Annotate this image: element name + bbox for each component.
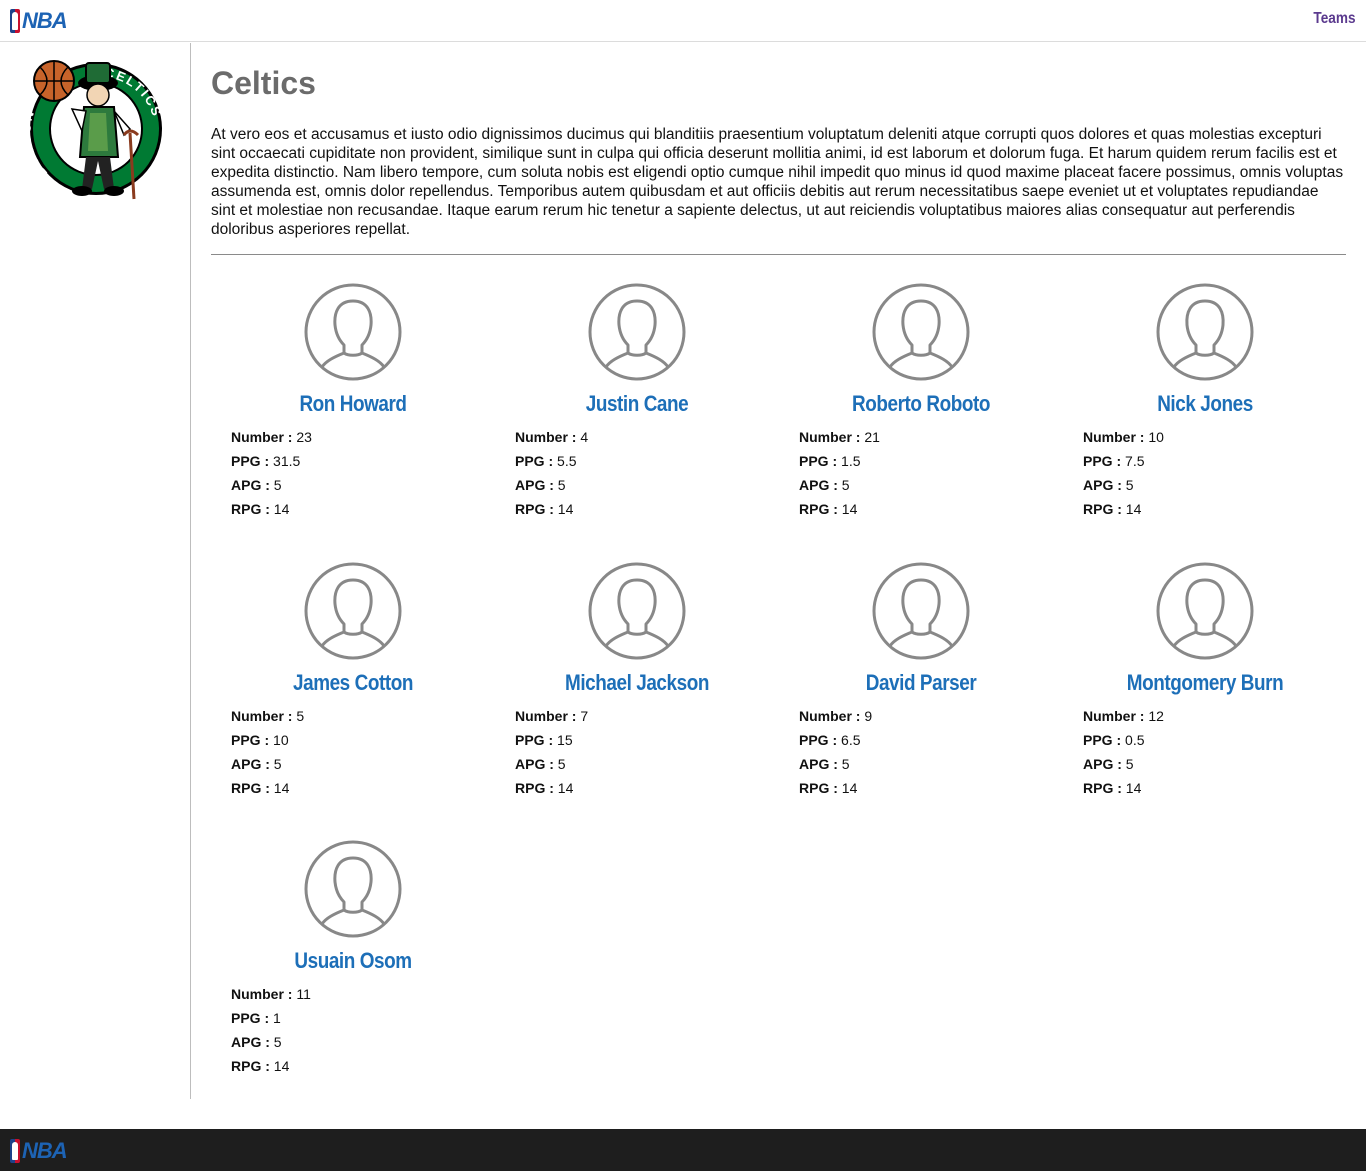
nba-logo-text: NBA <box>22 8 68 33</box>
player-name[interactable]: Nick Jones <box>1083 391 1327 417</box>
player-card: Montgomery Burn Number : 12 PPG : 0.5 AP… <box>1063 562 1347 832</box>
player-card: Ron Howard Number : 23 PPG : 31.5 APG : … <box>211 283 495 553</box>
stat-number: Number : 4 <box>515 429 589 445</box>
divider <box>211 254 1346 255</box>
stat-number: Number : 11 <box>231 986 311 1002</box>
nba-logoman-icon <box>10 8 20 33</box>
stat-ppg: PPG : 7.5 <box>1083 453 1145 469</box>
player-card: Roberto Roboto Number : 21 PPG : 1.5 APG… <box>779 283 1063 553</box>
nba-logo[interactable]: NBA <box>10 8 68 33</box>
player-card: David Parser Number : 9 PPG : 6.5 APG : … <box>779 562 1063 832</box>
top-navbar: NBA Teams <box>0 0 1366 42</box>
stat-apg: APG : 5 <box>799 756 850 772</box>
avatar-icon <box>304 283 402 381</box>
avatar-icon <box>588 283 686 381</box>
player-stats: Number : 4 PPG : 5.5 APG : 5 RPG : 14 <box>515 429 588 525</box>
stat-number: Number : 7 <box>515 708 589 724</box>
stat-number: Number : 21 <box>799 429 880 445</box>
player-stats: Number : 9 PPG : 6.5 APG : 5 RPG : 14 <box>799 708 872 804</box>
player-card: James Cotton Number : 5 PPG : 10 APG : 5… <box>211 562 495 832</box>
player-name[interactable]: Ron Howard <box>231 391 475 417</box>
stat-rpg: RPG : 14 <box>799 780 858 796</box>
stat-apg: APG : 5 <box>231 477 282 493</box>
stat-ppg: PPG : 1 <box>231 1010 281 1026</box>
footer: NBA <box>0 1129 1366 1171</box>
avatar-icon <box>304 562 402 660</box>
stat-rpg: RPG : 14 <box>515 780 574 796</box>
stat-apg: APG : 5 <box>231 1034 282 1050</box>
stat-number: Number : 10 <box>1083 429 1164 445</box>
stat-apg: APG : 5 <box>515 477 566 493</box>
avatar-icon <box>304 840 402 938</box>
player-stats: Number : 5 PPG : 10 APG : 5 RPG : 14 <box>231 708 304 804</box>
stat-rpg: RPG : 14 <box>515 501 574 517</box>
player-name[interactable]: Usuain Osom <box>231 948 475 974</box>
stat-ppg: PPG : 15 <box>515 732 573 748</box>
player-name[interactable]: Roberto Roboto <box>799 391 1043 417</box>
stat-number: Number : 9 <box>799 708 873 724</box>
stat-apg: APG : 5 <box>1083 477 1134 493</box>
celtics-logo: BOSTON CELTICS <box>26 60 163 200</box>
player-card: Justin Cane Number : 4 PPG : 5.5 APG : 5… <box>495 283 779 553</box>
stat-apg: APG : 5 <box>515 756 566 772</box>
player-stats: Number : 21 PPG : 1.5 APG : 5 RPG : 14 <box>799 429 880 525</box>
stat-ppg: PPG : 10 <box>231 732 289 748</box>
sidebar: BOSTON CELTICS <box>0 43 191 1099</box>
player-name[interactable]: David Parser <box>799 670 1043 696</box>
player-name[interactable]: Montgomery Burn <box>1083 670 1327 696</box>
player-name[interactable]: Michael Jackson <box>515 670 759 696</box>
stat-ppg: PPG : 31.5 <box>231 453 301 469</box>
player-card: Usuain Osom Number : 11 PPG : 1 APG : 5 … <box>211 840 495 1110</box>
avatar-icon <box>1156 283 1254 381</box>
stat-rpg: RPG : 14 <box>1083 780 1142 796</box>
stat-number: Number : 23 <box>231 429 312 445</box>
player-stats: Number : 11 PPG : 1 APG : 5 RPG : 14 <box>231 986 311 1082</box>
team-description: At vero eos et accusamus et iusto odio d… <box>211 126 1344 238</box>
player-card: Nick Jones Number : 10 PPG : 7.5 APG : 5… <box>1063 283 1347 553</box>
stat-rpg: RPG : 14 <box>799 501 858 517</box>
stat-number: Number : 12 <box>1083 708 1164 724</box>
nav-teams-link[interactable]: Teams <box>1314 10 1356 28</box>
nba-logoman-icon <box>10 1138 20 1163</box>
avatar-icon <box>588 562 686 660</box>
player-stats: Number : 7 PPG : 15 APG : 5 RPG : 14 <box>515 708 588 804</box>
stat-ppg: PPG : 5.5 <box>515 453 577 469</box>
player-card: Michael Jackson Number : 7 PPG : 15 APG … <box>495 562 779 832</box>
stat-ppg: PPG : 0.5 <box>1083 732 1145 748</box>
stat-rpg: RPG : 14 <box>231 1058 290 1074</box>
stat-rpg: RPG : 14 <box>1083 501 1142 517</box>
player-stats: Number : 12 PPG : 0.5 APG : 5 RPG : 14 <box>1083 708 1164 804</box>
stat-rpg: RPG : 14 <box>231 780 290 796</box>
player-name[interactable]: James Cotton <box>231 670 475 696</box>
stat-number: Number : 5 <box>231 708 305 724</box>
footer-nba-logo[interactable]: NBA <box>10 1138 68 1163</box>
avatar-icon <box>872 283 970 381</box>
stat-ppg: PPG : 1.5 <box>799 453 861 469</box>
footer-logo-text: NBA <box>22 1138 68 1163</box>
team-title: Celtics <box>211 65 316 101</box>
stat-apg: APG : 5 <box>799 477 850 493</box>
stat-apg: APG : 5 <box>1083 756 1134 772</box>
stat-rpg: RPG : 14 <box>231 501 290 517</box>
player-stats: Number : 10 PPG : 7.5 APG : 5 RPG : 14 <box>1083 429 1164 525</box>
stat-ppg: PPG : 6.5 <box>799 732 861 748</box>
avatar-icon <box>872 562 970 660</box>
avatar-icon <box>1156 562 1254 660</box>
player-stats: Number : 23 PPG : 31.5 APG : 5 RPG : 14 <box>231 429 312 525</box>
player-name[interactable]: Justin Cane <box>515 391 759 417</box>
stat-apg: APG : 5 <box>231 756 282 772</box>
